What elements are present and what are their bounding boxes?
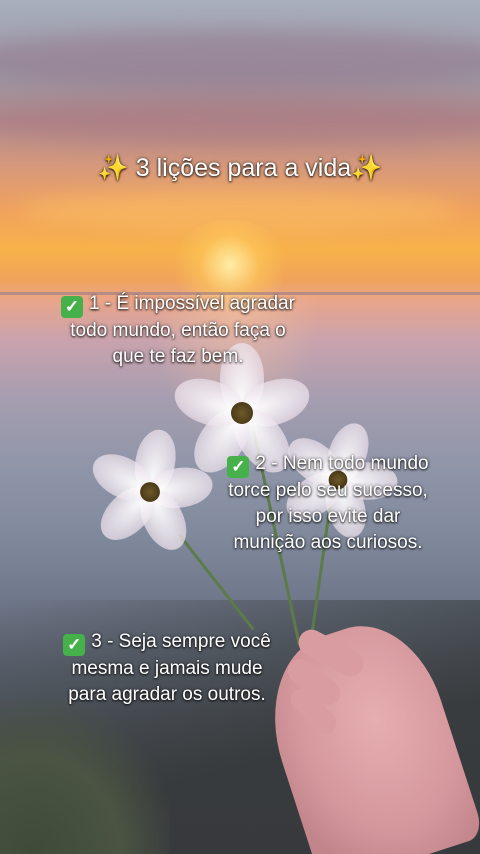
lesson-line: munição aos curiosos. [233, 532, 423, 553]
cloud [0, 30, 480, 90]
lesson-line: ✓ 3 - Seja sempre você [24, 629, 310, 656]
sparkles-icon: ✨ [351, 154, 383, 182]
grass [0, 700, 170, 854]
lesson-line: mesma e jamais mude [71, 658, 263, 679]
check-mark-button-icon: ✓ [227, 456, 250, 478]
page-title: ✨ 3 lições para a vida✨ [0, 152, 480, 184]
lesson-line: todo mundo, então faça o [70, 320, 286, 341]
lesson-2: ✓ 2 - Nem todo mundo torce pelo seu suces… [196, 451, 460, 556]
lesson-1: ✓ 1 - É impossível agradar todo mundo, en… [18, 291, 338, 370]
lesson-line: ✓ 2 - Nem todo mundo [196, 451, 460, 478]
cloud [0, 95, 480, 145]
lesson-line: torce pelo seu sucesso, [228, 480, 428, 501]
lesson-line: que te faz bem. [112, 346, 244, 367]
title-text: 3 lições para a vida [135, 154, 352, 182]
background-photo: ✨ 3 lições para a vida✨ ✓ 1 - É impossíve… [0, 0, 480, 854]
check-mark-button-icon: ✓ [63, 634, 86, 656]
lesson-line: ✓ 1 - É impossível agradar [18, 291, 338, 318]
lesson-3: ✓ 3 - Seja sempre você mesma e jamais mud… [24, 629, 310, 708]
lesson-line: por isso evite dar [255, 506, 401, 527]
sparkles-icon: ✨ [97, 154, 129, 182]
check-mark-button-icon: ✓ [61, 296, 84, 318]
lesson-line: para agradar os outros. [68, 684, 266, 705]
